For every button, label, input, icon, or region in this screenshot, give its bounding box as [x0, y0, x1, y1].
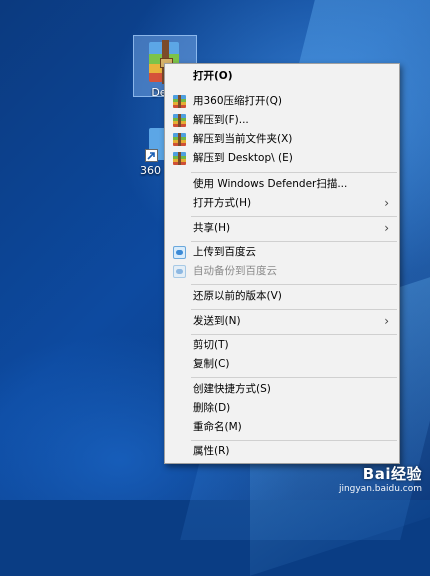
menu-separator	[191, 440, 397, 441]
menu-item-label: 发送到(N)	[193, 315, 241, 327]
360zip-icon	[173, 152, 186, 165]
menu-item-properties[interactable]: 属性(R)	[165, 442, 399, 461]
menu-item-open-with[interactable]: 打开方式(H) ›	[165, 194, 399, 213]
menu-item-label: 解压到 Desktop\ (E)	[193, 152, 293, 164]
menu-item-label: 属性(R)	[193, 445, 230, 457]
menu-item-share[interactable]: 共享(H) ›	[165, 219, 399, 238]
menu-item-label: 打开方式(H)	[193, 197, 252, 209]
360zip-icon	[173, 114, 186, 127]
menu-item-label: 用360压缩打开(Q)	[193, 95, 282, 107]
menu-separator	[191, 216, 397, 217]
menu-separator	[191, 284, 397, 285]
menu-item-label: 重命名(M)	[193, 421, 242, 433]
menu-item-label: 删除(D)	[193, 402, 231, 414]
menu-item-label: 解压到(F)...	[193, 114, 249, 126]
menu-item-defender-scan[interactable]: 使用 Windows Defender扫描...	[165, 175, 399, 194]
menu-item-label: 创建快捷方式(S)	[193, 383, 271, 395]
chevron-right-icon: ›	[384, 221, 389, 235]
menu-item-restore-previous-versions[interactable]: 还原以前的版本(V)	[165, 287, 399, 306]
menu-separator	[191, 241, 397, 242]
baidu-jingyan-watermark: Bai经验 jingyan.baidu.com	[339, 463, 422, 494]
menu-item-label: 自动备份到百度云	[193, 265, 277, 277]
shortcut-arrow-icon	[145, 149, 158, 162]
menu-item-upload-baidu-cloud[interactable]: 上传到百度云	[165, 243, 399, 262]
menu-item-open-with-360zip[interactable]: 用360压缩打开(Q)	[165, 92, 399, 111]
menu-separator	[191, 172, 397, 173]
context-menu: 打开(O) 用360压缩打开(Q) 解压到(F)... 解压到当前文件夹(X) …	[164, 63, 400, 464]
menu-item-label: 还原以前的版本(V)	[193, 290, 282, 302]
menu-item-send-to[interactable]: 发送到(N) ›	[165, 312, 399, 331]
watermark-brand: Bai经验	[362, 465, 422, 483]
menu-item-rename[interactable]: 重命名(M)	[165, 418, 399, 437]
menu-separator	[191, 334, 397, 335]
menu-item-open[interactable]: 打开(O)	[165, 67, 399, 86]
chevron-right-icon: ›	[384, 196, 389, 210]
menu-item-extract-to-desktop[interactable]: 解压到 Desktop\ (E)	[165, 149, 399, 168]
baidu-cloud-icon	[173, 246, 186, 259]
menu-item-label: 上传到百度云	[193, 246, 256, 258]
baidu-cloud-icon	[173, 265, 186, 278]
menu-item-label: 剪切(T)	[193, 339, 229, 351]
menu-item-label: 共享(H)	[193, 222, 231, 234]
menu-separator	[191, 377, 397, 378]
menu-item-label: 解压到当前文件夹(X)	[193, 133, 293, 145]
watermark-url: jingyan.baidu.com	[338, 484, 422, 494]
360zip-icon	[173, 95, 186, 108]
menu-item-label: 使用 Windows Defender扫描...	[193, 178, 348, 190]
menu-item-label: 复制(C)	[193, 358, 230, 370]
menu-separator	[191, 309, 397, 310]
menu-item-label: 打开(O)	[193, 70, 233, 82]
menu-item-delete[interactable]: 删除(D)	[165, 399, 399, 418]
menu-item-copy[interactable]: 复制(C)	[165, 355, 399, 374]
menu-item-extract-here[interactable]: 解压到当前文件夹(X)	[165, 130, 399, 149]
360zip-icon	[173, 133, 186, 146]
menu-item-auto-backup-baidu-cloud: 自动备份到百度云	[165, 262, 399, 281]
menu-item-extract-to[interactable]: 解压到(F)...	[165, 111, 399, 130]
menu-item-create-shortcut[interactable]: 创建快捷方式(S)	[165, 380, 399, 399]
chevron-right-icon: ›	[384, 314, 389, 328]
menu-item-cut[interactable]: 剪切(T)	[165, 336, 399, 355]
